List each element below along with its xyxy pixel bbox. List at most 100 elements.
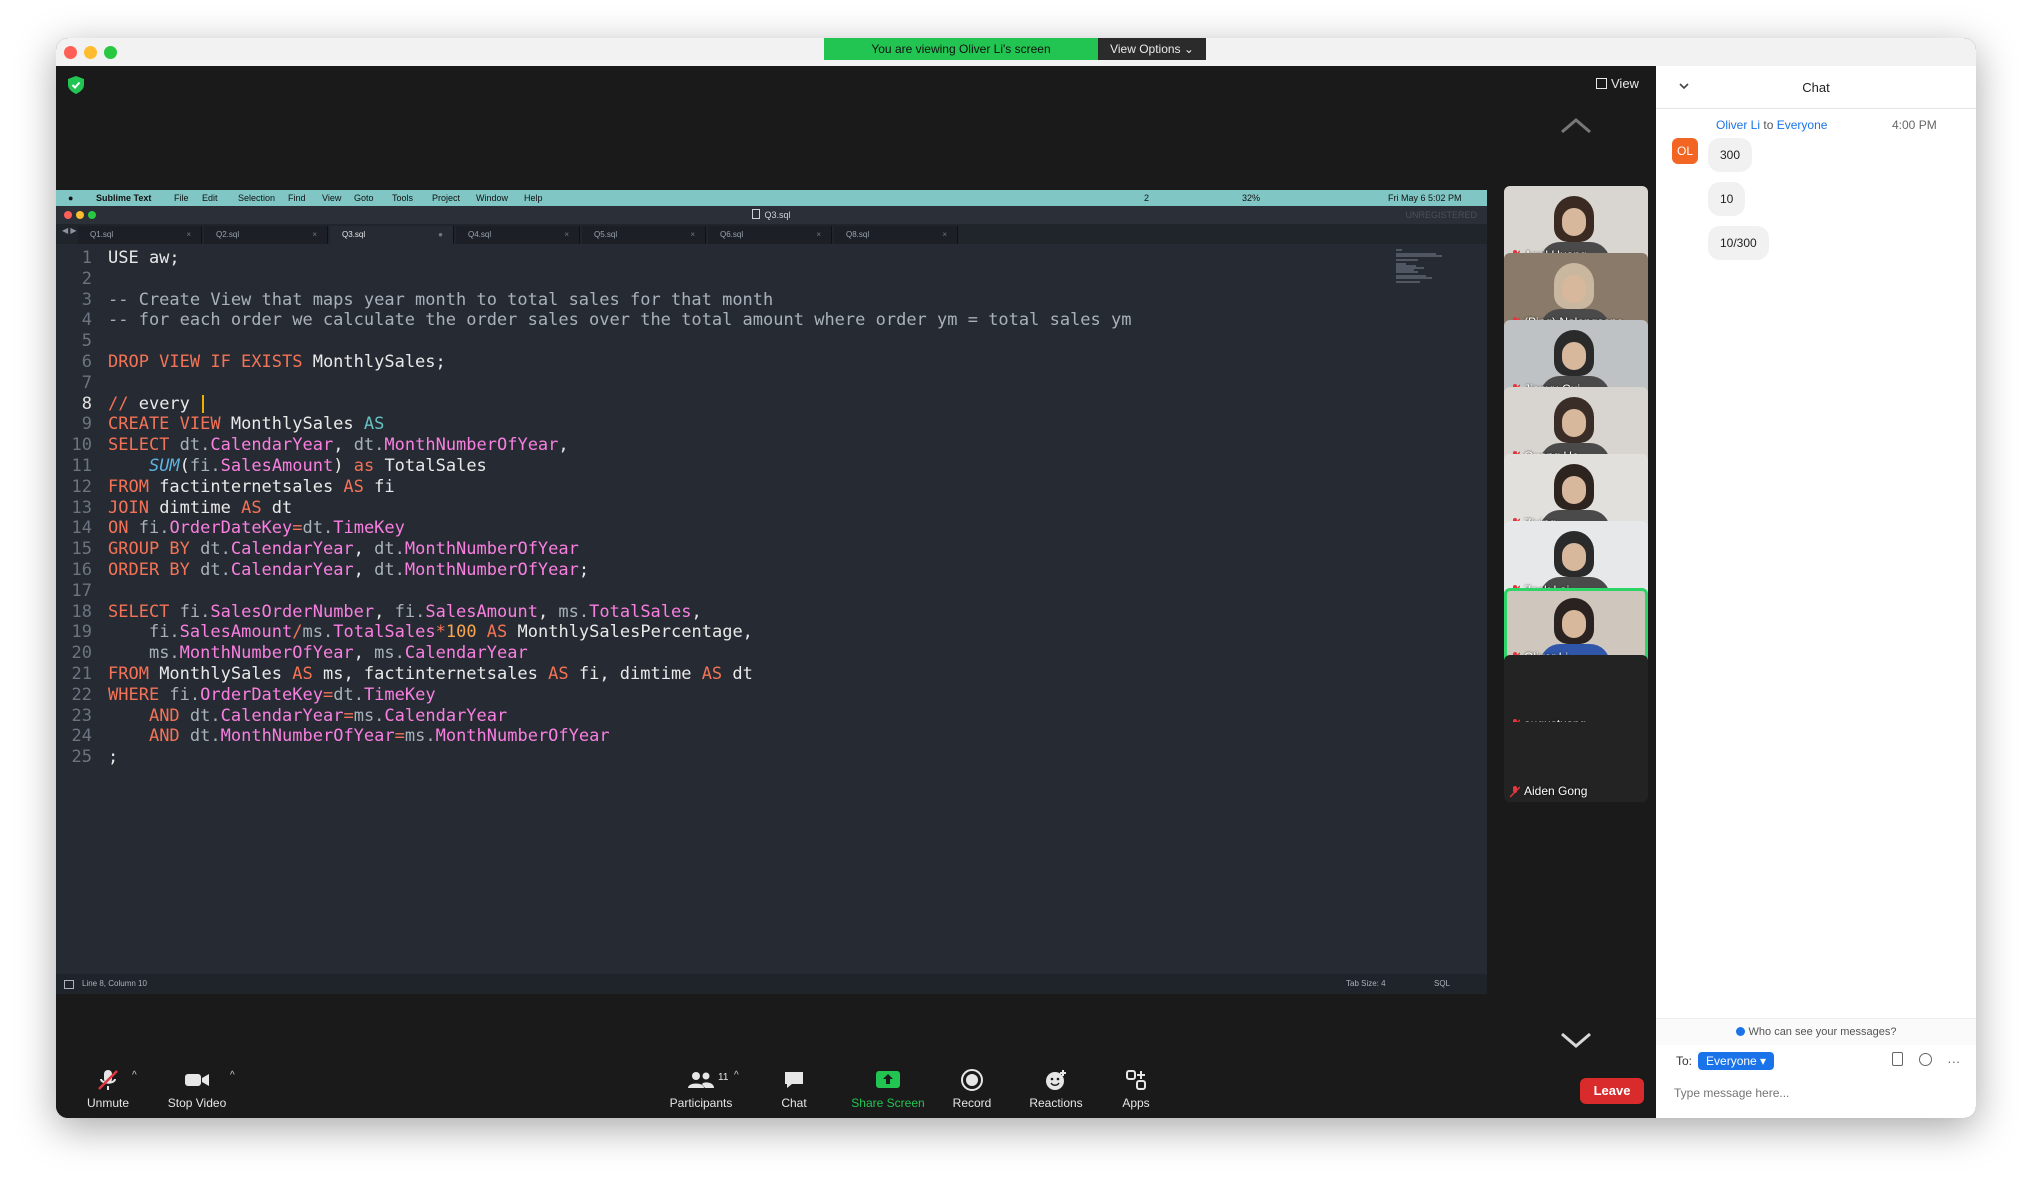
code-line[interactable]: 25; [56,747,1487,768]
menubar-clock[interactable]: Fri May 6 5:02 PM [1388,190,1462,206]
tab-close-icon[interactable]: ● [438,226,443,244]
chat-message-input[interactable] [1672,1082,1966,1104]
syntax-language[interactable]: SQL [1434,974,1450,994]
code-line[interactable]: 5 [56,331,1487,352]
line-number: 4 [81,310,92,331]
file-icon[interactable] [1892,1052,1903,1066]
recipient-name[interactable]: Everyone [1777,118,1828,132]
code-text: -- Create View that maps year month to t… [108,289,774,310]
code-text: ; [108,747,119,768]
chat-message[interactable]: 300 [1708,138,1753,172]
code-line[interactable]: 20 ms.MonthNumberOfYear, ms.CalendarYear [56,643,1487,664]
code-editor[interactable]: 1 USE aw; 2 3 -- Create View that maps year … [56,244,1487,974]
mac-menu-find[interactable]: Find [288,190,306,206]
code-line[interactable]: 19 fi.SalesAmount/ms.TotalSales*100 AS M… [56,622,1487,643]
code-line[interactable]: 23 AND dt.CalendarYear=ms.CalendarYear [56,706,1487,727]
video-options-caret-icon[interactable]: ^ [230,1070,235,1081]
mac-menu-edit[interactable]: Edit [202,190,218,206]
chat-button[interactable]: Chat [766,1068,822,1110]
wechat-count[interactable]: 2 [1144,190,1149,206]
scroll-down-chevron-icon[interactable] [1556,1028,1596,1052]
view-button[interactable]: View [1596,76,1639,91]
close-window-button[interactable] [64,46,77,59]
mac-menu-tools[interactable]: Tools [392,190,413,206]
apps-button[interactable]: Apps [1112,1068,1160,1110]
code-line[interactable]: 8 // every [56,394,1487,415]
audio-options-caret-icon[interactable]: ^ [132,1070,137,1081]
mac-menu-view[interactable]: View [322,190,341,206]
tab-q6-sql[interactable]: Q6.sql × [708,226,832,244]
code-text: SUM(fi.SalesAmount) as TotalSales [148,456,487,476]
code-line[interactable]: 17 [56,581,1487,602]
code-line[interactable]: 16 ORDER BY dt.CalendarYear, dt.MonthNumb… [56,560,1487,581]
chat-message[interactable]: 10/300 [1708,226,1769,260]
code-text: ORDER BY dt.CalendarYear, dt.MonthNumber… [108,560,590,580]
scroll-up-chevron-icon[interactable] [1556,114,1596,138]
code-line[interactable]: 18 SELECT fi.SalesOrderNumber, fi.SalesAm… [56,602,1487,623]
editor-tabbar: ◀ ▶ Q1.sql × Q2.sql × Q3.sql ● Q4.sql × Q5.sql × Q6… [56,224,1487,244]
tab-close-icon[interactable]: × [942,226,947,244]
code-text: ON fi.OrderDateKey=dt.TimeKey [108,518,405,539]
tab-q4-sql[interactable]: Q4.sql × [456,226,580,244]
who-can-see-link[interactable]: Who can see your messages? [1656,1018,1976,1045]
leave-button[interactable]: Leave [1580,1078,1644,1104]
tab-nav-arrows-icon[interactable]: ◀ ▶ [62,226,77,235]
share-screen-button[interactable]: Share Screen [838,1068,938,1110]
code-line[interactable]: 10 SELECT dt.CalendarYear, dt.MonthNumber… [56,435,1487,456]
minimize-window-button[interactable] [84,46,97,59]
code-line[interactable]: 24 AND dt.MonthNumberOfYear=ms.MonthNumb… [56,726,1487,747]
record-button[interactable]: Record [940,1068,1004,1110]
apple-menu-icon[interactable]: ● [68,190,73,206]
reactions-button[interactable]: Reactions [1016,1068,1096,1110]
mac-menu-help[interactable]: Help [524,190,543,206]
code-line[interactable]: 1 USE aw; [56,248,1487,269]
line-number: 9 [81,414,92,435]
tab-close-icon[interactable]: × [312,226,317,244]
recipient-dropdown[interactable]: Everyone ▾ [1698,1052,1775,1070]
tab-q2-sql[interactable]: Q2.sql × [204,226,328,244]
tab-q5-sql[interactable]: Q5.sql × [582,226,706,244]
tab-close-icon[interactable]: × [690,226,695,244]
zoom-window-button[interactable] [104,46,117,59]
mac-menu-file[interactable]: File [174,190,189,206]
tab-q3-sql[interactable]: Q3.sql ● [330,226,454,244]
mac-menu-project[interactable]: Project [432,190,460,206]
code-line[interactable]: 22 WHERE fi.OrderDateKey=dt.TimeKey [56,685,1487,706]
mac-menu-goto[interactable]: Goto [354,190,374,206]
view-options-button[interactable]: View Options ⌄ [1098,38,1206,60]
code-line[interactable]: 6 DROP VIEW IF EXISTS MonthlySales; [56,352,1487,373]
mac-menu-sublime-text[interactable]: Sublime Text [96,190,151,206]
more-icon[interactable]: ··· [1947,1054,1960,1069]
code-line[interactable]: 15 GROUP BY dt.CalendarYear, dt.MonthNumb… [56,539,1487,560]
participants-button[interactable]: Participants 11 ^ [656,1068,746,1110]
tab-q8-sql[interactable]: Q8.sql × [834,226,958,244]
video-camera-icon [185,1074,209,1086]
participants-caret-icon[interactable]: ^ [734,1070,739,1081]
chat-message[interactable]: 10 [1708,182,1746,216]
mac-menu-selection[interactable]: Selection [238,190,275,206]
tab-close-icon[interactable]: × [816,226,821,244]
code-line[interactable]: 3 -- Create View that maps year month to … [56,290,1487,311]
panel-toggle-icon[interactable] [64,980,74,989]
code-line[interactable]: 2 [56,269,1487,290]
stop-video-button[interactable]: Stop Video ^ [152,1068,242,1110]
mac-menu-window[interactable]: Window [476,190,508,206]
code-line[interactable]: 21 FROM MonthlySales AS ms, factinternets… [56,664,1487,685]
code-line[interactable]: 9 CREATE VIEW MonthlySales AS [56,414,1487,435]
code-line[interactable]: 7 [56,373,1487,394]
code-line[interactable]: 4 -- for each order we calculate the orde… [56,310,1487,331]
participant-tile[interactable]: Aiden Gong [1504,722,1648,802]
code-line[interactable]: 14 ON fi.OrderDateKey=dt.TimeKey [56,518,1487,539]
emoji-icon[interactable] [1918,1053,1932,1066]
unmute-button[interactable]: Unmute ^ [76,1068,140,1110]
code-text: AND dt.CalendarYear=ms.CalendarYear [148,705,508,726]
tab-size[interactable]: Tab Size: 4 [1346,974,1386,994]
tab-q1-sql[interactable]: Q1.sql × [78,226,202,244]
tab-close-icon[interactable]: × [564,226,569,244]
battery-percent[interactable]: 32% [1242,190,1260,206]
sender-name[interactable]: Oliver Li [1716,118,1760,132]
code-line[interactable]: 11 SUM(fi.SalesAmount) as TotalSales [56,456,1487,477]
code-line[interactable]: 12 FROM factinternetsales AS fi [56,477,1487,498]
tab-close-icon[interactable]: × [186,226,191,244]
code-line[interactable]: 13 JOIN dimtime AS dt [56,498,1487,519]
